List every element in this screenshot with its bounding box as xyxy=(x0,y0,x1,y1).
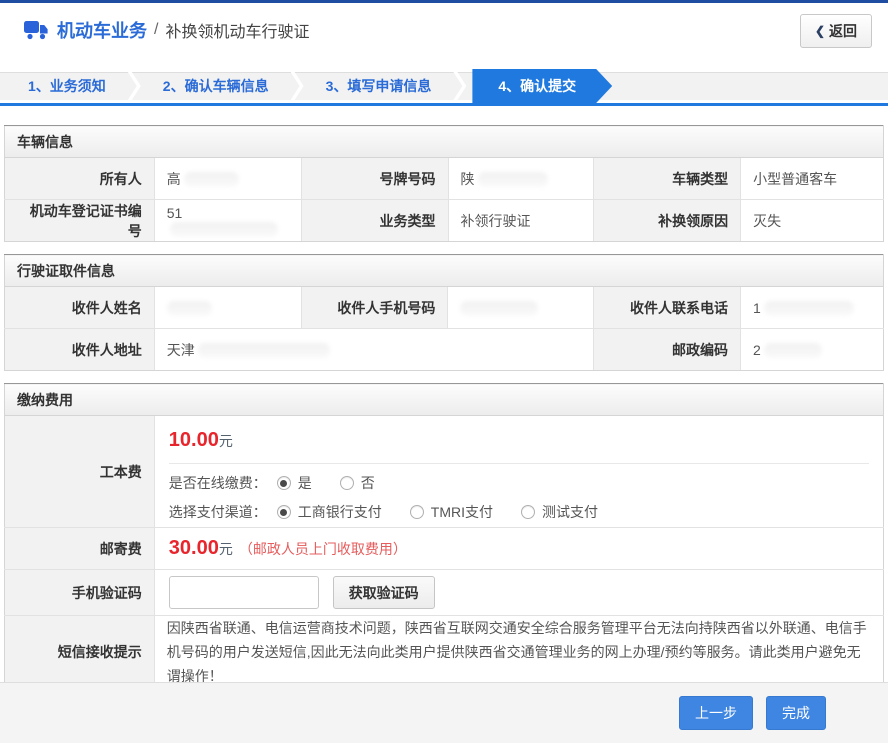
back-chevron-icon: ❮ xyxy=(814,24,825,38)
table-row: 工本费 10.00元 是否在线缴费： 是 否 选择支付渠道： 工商银行支付 TM… xyxy=(4,415,885,528)
previous-step-button[interactable]: 上一步 xyxy=(679,696,753,730)
sms-tip-text: 因陕西省联通、电信运营商技术问题，陕西省互联网交通安全综合服务管理平台无法向持陕… xyxy=(153,615,885,689)
step-4-confirm-submit[interactable]: 4、确认提交 xyxy=(472,69,612,103)
postcode-value: 2 xyxy=(740,328,884,371)
recipient-mobile-label: 收件人手机号码 xyxy=(300,286,449,329)
radio-unchecked-icon[interactable] xyxy=(409,505,424,519)
truck-icon xyxy=(24,20,49,40)
step-2-confirm-vehicle[interactable]: 2、确认车辆信息 xyxy=(141,72,291,100)
step-1-business-notice[interactable]: 1、业务须知 xyxy=(0,72,128,100)
back-button-label: 返回 xyxy=(829,23,857,39)
vehicle-type-label: 车辆类型 xyxy=(593,157,742,200)
table-row: 短信接收提示 因陕西省联通、电信运营商技术问题，陕西省互联网交通安全综合服务管理… xyxy=(4,615,885,689)
online-pay-yes-option[interactable]: 是 xyxy=(276,473,312,493)
channel-tmri-option[interactable]: TMRI支付 xyxy=(409,502,494,522)
recipient-mobile-value xyxy=(447,286,595,329)
production-fee-amount-line: 10.00元 xyxy=(168,416,869,464)
sms-code-input[interactable] xyxy=(168,576,319,609)
recipient-address-label: 收件人地址 xyxy=(4,328,155,371)
reason-label: 补换领原因 xyxy=(593,199,742,242)
step-3-fill-application[interactable]: 3、填写申请信息 xyxy=(304,72,454,100)
cert-no-label: 机动车登记证书编号 xyxy=(4,199,155,242)
channel-test-option[interactable]: 测试支付 xyxy=(521,502,598,522)
channel-icbc-option[interactable]: 工商银行支付 xyxy=(276,502,382,522)
step-separator-chevron xyxy=(290,72,304,100)
table-row: 收件人地址 天津 邮政编码 2 xyxy=(4,328,884,371)
production-fee-label: 工本费 xyxy=(4,415,155,528)
pickup-info-table: 行驶证取件信息 收件人姓名 收件人手机号码 收件人联系电话 1 收件人地址 天津… xyxy=(4,254,884,371)
production-fee-cell: 10.00元 是否在线缴费： 是 否 选择支付渠道： 工商银行支付 TMRI支付… xyxy=(153,415,885,528)
online-pay-row: 是否在线缴费： 是 否 xyxy=(169,473,869,493)
radio-unchecked-icon[interactable] xyxy=(339,476,354,490)
recipient-name-label: 收件人姓名 xyxy=(4,286,155,329)
sms-code-label: 手机验证码 xyxy=(4,569,155,616)
redacted-blur xyxy=(169,221,278,237)
table-row: 机动车登记证书编号 51 业务类型 补领行驶证 补换领原因 灭失 xyxy=(4,199,884,242)
radio-checked-icon[interactable] xyxy=(276,505,291,519)
recipient-phone-value: 1 xyxy=(740,286,884,329)
online-pay-no-label: 否 xyxy=(360,475,375,491)
get-code-button[interactable]: 获取验证码 xyxy=(332,576,435,609)
business-type-label: 业务类型 xyxy=(300,199,449,242)
online-pay-yes-label: 是 xyxy=(297,475,312,491)
postage-fee-label: 邮寄费 xyxy=(4,527,155,570)
redacted-blur xyxy=(477,171,548,187)
redacted-blur xyxy=(197,342,330,358)
redacted-blur xyxy=(460,300,539,316)
currency-unit: 元 xyxy=(218,433,233,449)
radio-unchecked-icon[interactable] xyxy=(521,505,536,519)
production-fee-amount: 10.00 xyxy=(168,429,219,451)
reason-value: 灭失 xyxy=(740,199,884,242)
step-separator-chevron xyxy=(127,72,141,100)
recipient-name-value xyxy=(153,286,302,329)
recipient-phone-label: 收件人联系电话 xyxy=(593,286,742,329)
redacted-blur xyxy=(166,300,212,316)
vehicle-type-value: 小型普通客车 xyxy=(740,157,884,200)
online-pay-label: 是否在线缴费： xyxy=(168,475,267,491)
online-pay-no-option[interactable]: 否 xyxy=(339,473,375,493)
postage-fee-cell: 30.00元 （邮政人员上门收取费用） xyxy=(153,527,885,570)
sms-code-cell: 获取验证码 xyxy=(153,569,885,616)
table-row: 邮寄费 30.00元 （邮政人员上门收取费用） xyxy=(4,527,885,570)
cert-no-value: 51 xyxy=(153,199,302,242)
page-footer: 上一步 完成 xyxy=(0,682,888,743)
breadcrumb-separator: / xyxy=(154,20,159,38)
table-row: 所有人 高 号牌号码 陕 车辆类型 小型普通客车 xyxy=(4,157,884,200)
step-separator-chevron xyxy=(453,72,467,100)
channel-test-label: 测试支付 xyxy=(542,504,599,520)
step-progress-bar: 1、业务须知 2、确认车辆信息 3、填写申请信息 4、确认提交 xyxy=(0,69,888,106)
table-row: 手机验证码 获取验证码 xyxy=(4,569,885,616)
table-row: 收件人姓名 收件人手机号码 收件人联系电话 1 xyxy=(4,286,884,329)
redacted-blur xyxy=(763,342,822,358)
owner-label: 所有人 xyxy=(4,157,155,200)
channel-icbc-label: 工商银行支付 xyxy=(297,504,382,520)
pickup-section-title: 行驶证取件信息 xyxy=(4,254,884,287)
recipient-address-value: 天津 xyxy=(153,328,595,371)
pay-channel-label: 选择支付渠道： xyxy=(168,504,267,520)
stepbar-underline xyxy=(0,103,888,106)
finish-button[interactable]: 完成 xyxy=(766,696,826,730)
fees-section-title: 缴纳费用 xyxy=(4,383,884,416)
vehicle-info-table: 车辆信息 所有人 高 号牌号码 陕 车辆类型 小型普通客车 机动车登记证书编号 … xyxy=(4,125,884,242)
redacted-blur xyxy=(763,300,854,316)
back-button[interactable]: ❮ 返回 xyxy=(799,14,872,48)
currency-unit: 元 xyxy=(218,541,233,557)
postcode-label: 邮政编码 xyxy=(593,328,742,371)
vehicle-section-title: 车辆信息 xyxy=(4,125,884,158)
fees-table: 缴纳费用 工本费 10.00元 是否在线缴费： 是 否 选择支付渠道： 工商银行… xyxy=(4,383,885,689)
plate-number-label: 号牌号码 xyxy=(300,157,449,200)
redacted-blur xyxy=(183,171,239,187)
postage-fee-amount: 30.00 xyxy=(168,537,219,559)
postage-fee-note: （邮政人员上门收取费用） xyxy=(238,541,407,557)
pay-channel-row: 选择支付渠道： 工商银行支付 TMRI支付 测试支付 xyxy=(169,502,869,522)
channel-tmri-label: TMRI支付 xyxy=(430,504,494,520)
breadcrumb-subtitle: 补换领机动车行驶证 xyxy=(165,23,310,41)
sms-tip-label: 短信接收提示 xyxy=(4,615,155,689)
plate-number-value: 陕 xyxy=(447,157,595,200)
page-header: 机动车业务 / 补换领机动车行驶证 ❮ 返回 xyxy=(0,3,888,56)
owner-value: 高 xyxy=(153,157,302,200)
page-title: 机动车业务 xyxy=(57,20,147,41)
business-type-value: 补领行驶证 xyxy=(447,199,595,242)
radio-checked-icon[interactable] xyxy=(276,476,291,490)
